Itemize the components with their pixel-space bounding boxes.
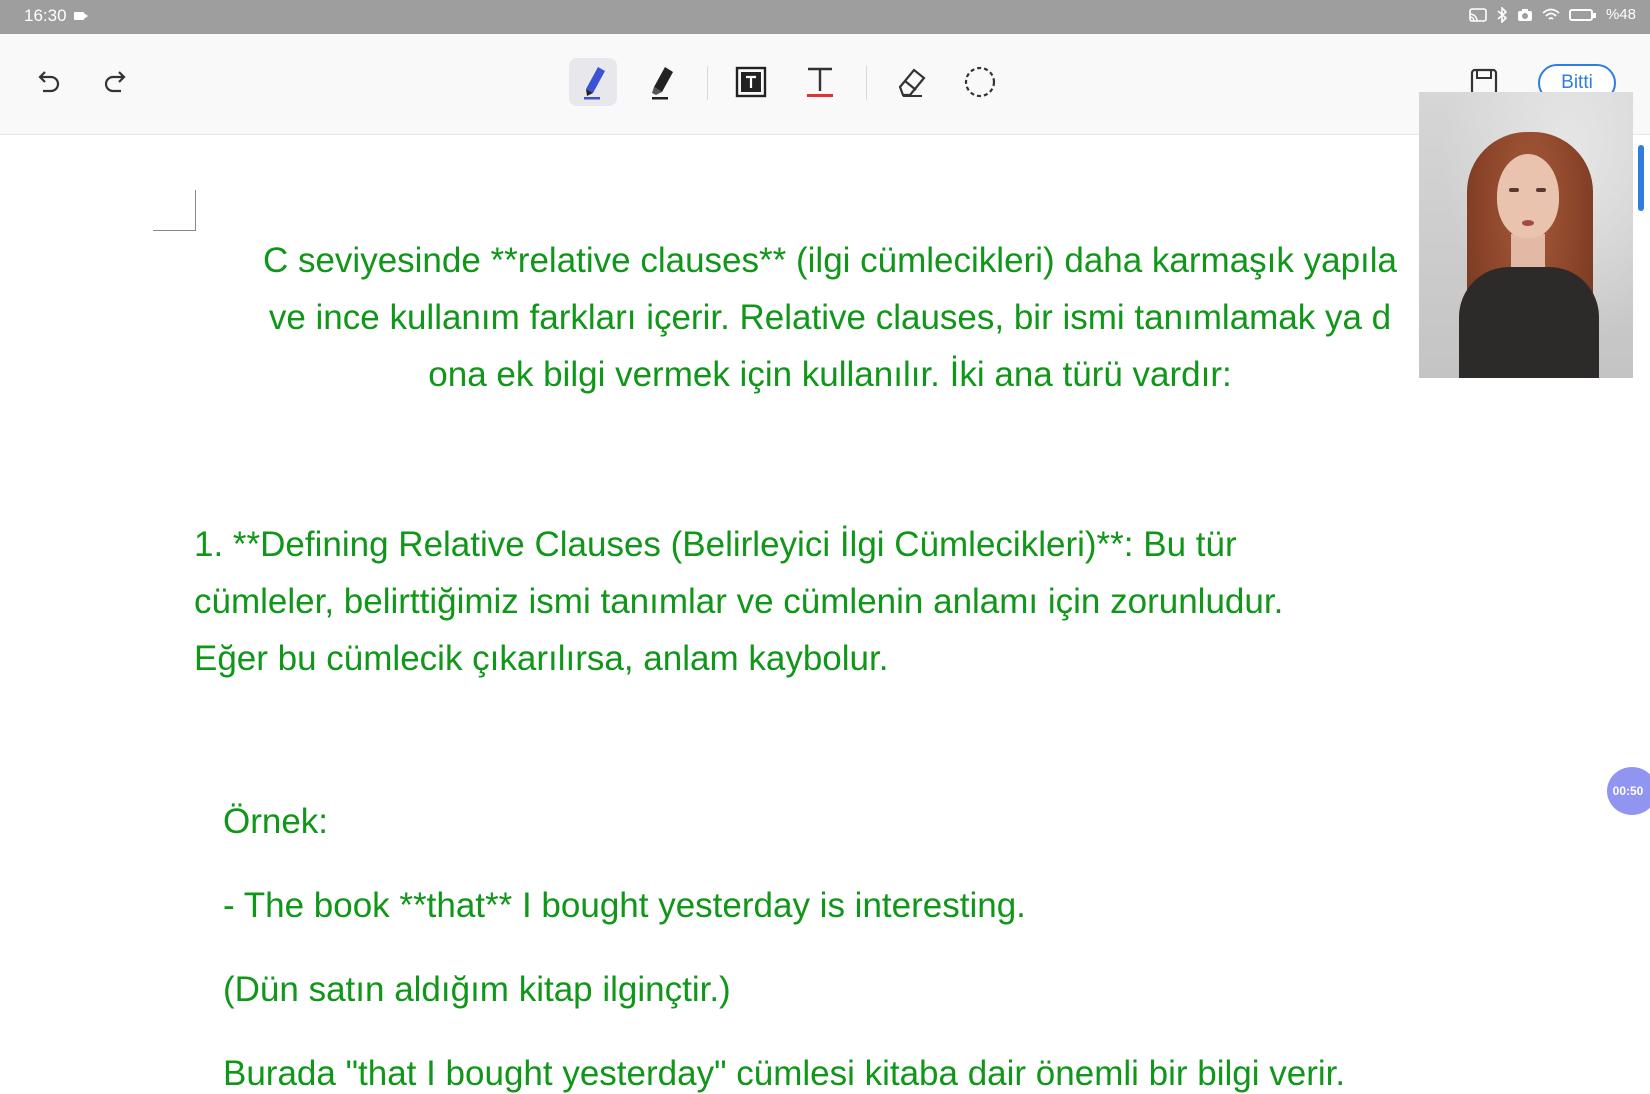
highlighter-icon: [652, 67, 673, 100]
document-canvas[interactable]: C seviyesinde **relative clauses** (ilgi…: [0, 134, 1650, 1093]
editor-toolbar: Bitti: [0, 34, 1650, 135]
undo-button[interactable]: [24, 58, 72, 106]
battery-icon: [1568, 8, 1596, 21]
highlighter-tool-button[interactable]: [637, 58, 685, 106]
pen-icon: [584, 67, 605, 100]
webcam-overlay[interactable]: [1419, 92, 1633, 378]
redo-icon: [104, 71, 126, 93]
recording-timer[interactable]: 00:50: [1607, 767, 1650, 815]
bluetooth-icon: [1497, 6, 1508, 23]
intro-line: C seviyesinde **relative clauses** (ilgi…: [262, 241, 1398, 280]
text-box-icon: [735, 66, 767, 98]
undo-icon: [38, 71, 60, 93]
status-icons: %48: [1469, 6, 1636, 23]
example-title: Örnek:: [223, 802, 329, 841]
section-line: 1. **Defining Relative Clauses (Belirley…: [194, 525, 1237, 564]
lasso-icon: [964, 66, 996, 98]
example-translation: (Dün satın aldığım kitap ilginçtir.): [223, 970, 731, 1009]
intro-line: ona ek bilgi vermek için kullanılır. İki…: [428, 355, 1232, 394]
scrollbar[interactable]: [1638, 145, 1644, 211]
eraser-tool-button[interactable]: [887, 58, 935, 106]
lasso-tool-button[interactable]: [956, 58, 1004, 106]
text-icon: [807, 67, 833, 97]
text-tool-button[interactable]: [796, 58, 844, 106]
example-sentence: - The book **that** I bought yesterday i…: [223, 886, 1026, 925]
battery-level: %48: [1605, 6, 1636, 23]
intro-paragraph: C seviyesinde **relative clauses** (ilgi…: [190, 232, 1470, 403]
redo-button[interactable]: [92, 58, 140, 106]
cast-icon: [1469, 7, 1487, 22]
presenter-shirt: [1459, 267, 1599, 378]
clock: 16:30: [24, 6, 67, 25]
intro-line: ve ince kullanım farkları içerir. Relati…: [268, 298, 1392, 337]
text-box-tool-button[interactable]: [727, 58, 775, 106]
eraser-icon: [898, 68, 926, 97]
pen-tool-button[interactable]: [569, 58, 617, 106]
explanation-text: Burada "that I bought yesterday" cümlesi…: [223, 1054, 1346, 1093]
toolbar-divider: [707, 66, 708, 100]
wifi-icon: [1542, 8, 1560, 20]
section-line: cümleler, belirttiğimiz ismi tanımlar ve…: [194, 582, 1284, 621]
defining-clauses-paragraph: 1. **Defining Relative Clauses (Belirley…: [194, 516, 1444, 687]
section-line: Eğer bu cümlecik çıkarılırsa, anlam kayb…: [194, 639, 889, 678]
toolbar-divider: [866, 66, 867, 100]
camera-icon: [1517, 8, 1532, 21]
screen-record-icon: [74, 12, 88, 20]
status-bar: 16:30 %48: [0, 0, 1650, 34]
